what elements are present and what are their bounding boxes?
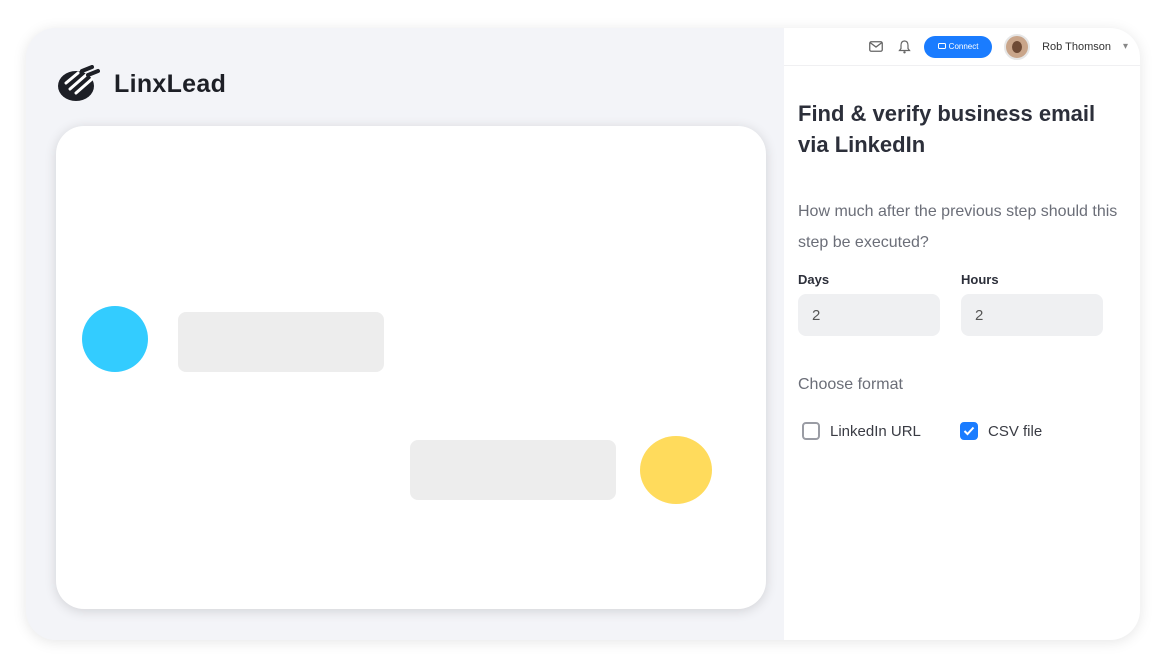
app-frame: LinxLead Connect Rob Thomson ▾ Find & ve… (26, 28, 1140, 640)
connect-label: Connect (948, 42, 979, 51)
linkedin-url-label: LinkedIn URL (830, 422, 921, 440)
mail-icon[interactable] (868, 39, 884, 55)
csv-file-label: CSV file (988, 422, 1043, 440)
connect-button[interactable]: Connect (924, 35, 993, 58)
top-bar: Connect Rob Thomson ▾ (784, 28, 1140, 66)
chat-preview-card (56, 126, 766, 609)
brand-name: LinxLead (114, 69, 227, 98)
option-csv-file[interactable]: CSV file (960, 422, 1042, 440)
step-settings-panel: Connect Rob Thomson ▾ Find & verify busi… (784, 28, 1140, 640)
hours-label: Hours (961, 272, 999, 287)
check-icon (963, 426, 975, 436)
avatar[interactable] (1004, 33, 1031, 60)
days-input[interactable] (798, 294, 940, 336)
option-linkedin-url[interactable]: LinkedIn URL (802, 422, 921, 440)
csv-file-checkbox[interactable] (960, 422, 978, 440)
hours-input[interactable] (961, 294, 1103, 336)
workspace: LinxLead (26, 28, 784, 640)
incoming-message-placeholder (178, 312, 384, 372)
user-name[interactable]: Rob Thomson (1042, 41, 1111, 53)
logo: LinxLead (56, 65, 226, 103)
days-label: Days (798, 272, 830, 287)
contact-avatar-placeholder (82, 306, 148, 372)
delay-question: How much after the previous step should … (798, 203, 1118, 251)
outgoing-message-placeholder (410, 440, 616, 500)
bell-icon[interactable] (896, 39, 912, 55)
page-title: Find & verify business email via LinkedI… (798, 101, 1096, 157)
user-avatar-placeholder (640, 436, 712, 504)
linkedin-url-checkbox[interactable] (802, 422, 820, 440)
link-icon (937, 42, 946, 52)
format-label: Choose format (798, 376, 903, 393)
chevron-down-icon[interactable]: ▾ (1123, 41, 1128, 52)
logo-mark-icon (58, 65, 100, 101)
